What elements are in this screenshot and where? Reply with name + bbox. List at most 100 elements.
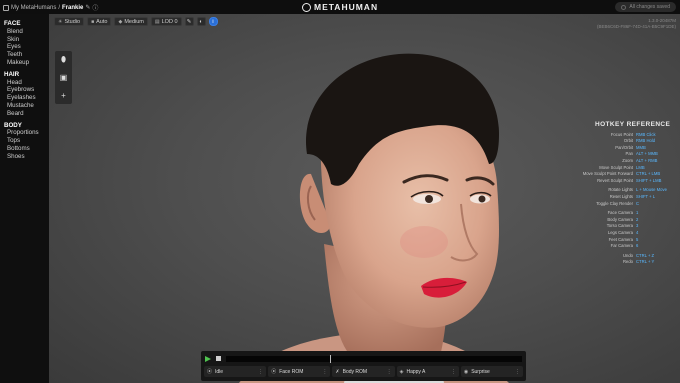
more-icon[interactable]: ⋮	[451, 369, 456, 375]
hotkey-row: Rotate Lights L + Mouse Move	[569, 187, 679, 194]
hotkey-action: Zoom	[622, 157, 633, 163]
breadcrumb: My MetaHumans / Frankie ✎ ⓘ	[3, 3, 98, 12]
hotkey-binding: 1	[636, 210, 639, 216]
add-icon[interactable]: +	[61, 91, 66, 100]
quality-label: Medium	[124, 18, 144, 25]
body-icon: ✗	[335, 368, 340, 375]
sidebar-item-skin[interactable]: Skin	[4, 36, 49, 44]
sidebar-item-bottoms[interactable]: Bottoms	[4, 145, 49, 153]
animation-label: Idle	[215, 368, 224, 375]
emote-icon: ◉	[463, 368, 469, 375]
animation-item-happy-a[interactable]: ◈ Happy A ⋮	[396, 366, 459, 377]
hotkey-action: Orbit	[623, 138, 633, 144]
save-status-icon	[621, 4, 627, 10]
hotkey-row: Move Sculpt Point Forward CTRL + LMB	[569, 171, 679, 178]
sidebar-item-eyelashes[interactable]: Eyelashes	[4, 94, 49, 102]
lod-dropdown[interactable]: ▤ LOD 0	[150, 17, 182, 26]
sidebar-item-head[interactable]: Head	[4, 79, 49, 87]
sidebar-item-teeth[interactable]: Teeth	[4, 51, 49, 59]
camera-dropdown[interactable]: ■ Auto	[87, 17, 112, 26]
idle-pose-icon: ⦿	[207, 369, 213, 375]
sidebar-item-mustache[interactable]: Mustache	[4, 102, 49, 110]
breadcrumb-root[interactable]: My MetaHumans	[11, 5, 56, 11]
more-icon[interactable]: ⋮	[515, 369, 520, 375]
info-toggle-button[interactable]: i	[208, 17, 218, 26]
sidebar-section-body: BODY	[4, 121, 22, 129]
viewport[interactable]: ☀ Studio ■ Auto ◆ Medium ▤ LOD 0 ✎ ◐ i 1…	[49, 14, 680, 383]
camera-icon: ■	[91, 18, 95, 25]
sidebar-item-makeup[interactable]: Makeup	[4, 59, 49, 67]
play-icon[interactable]	[205, 355, 211, 362]
stop-icon[interactable]	[216, 356, 221, 361]
lighting-dropdown[interactable]: ☀ Studio	[54, 17, 85, 26]
sidebar-item-blend[interactable]: Blend	[4, 28, 49, 36]
hotkey-row: Revert Sculpt Point SHIFT + LMB	[569, 178, 679, 185]
hotkey-binding: RMB Click	[636, 131, 656, 137]
clay-icon[interactable]: ◐	[196, 17, 206, 26]
hotkey-reference: HOTKEY REFERENCE Focus Point RMB Click Orb…	[569, 121, 679, 266]
animation-item-face-rom[interactable]: ⦿ Face ROM ⋮	[268, 366, 331, 377]
logo-text: METAHUMAN	[314, 2, 379, 12]
hotkey-action: Move Sculpt Point	[599, 164, 633, 170]
top-bar: My MetaHumans / Frankie ✎ ⓘ METAHUMAN Al…	[0, 0, 680, 14]
timeline-track[interactable]	[226, 354, 522, 363]
hotkey-action: Undo	[622, 252, 633, 258]
hotkey-action: Pan/Orbit	[615, 144, 633, 150]
animation-item-idle[interactable]: ⦿ Idle ⋮	[204, 366, 267, 377]
hotkey-row: Feet Camera 5	[569, 237, 679, 244]
breadcrumb-current: Frankie	[62, 4, 84, 11]
hotkey-binding: ALT + RMB	[636, 157, 658, 163]
more-icon[interactable]: ⋮	[258, 369, 263, 375]
sidebar-item-beard[interactable]: Beard	[4, 110, 49, 118]
help-icon[interactable]: ⓘ	[92, 3, 98, 12]
hotkey-binding: 5	[636, 236, 639, 242]
camera-label: Auto	[96, 18, 108, 25]
metahuman-logo: METAHUMAN	[302, 2, 378, 12]
metahuman-logo-icon	[302, 2, 311, 12]
hotkey-action: Pan	[625, 151, 633, 157]
animation-timeline: ⦿ Idle ⋮ ⦿ Face ROM ⋮ ✗ Body ROM ⋮ ◈ Hap…	[201, 351, 526, 381]
sidebar-item-eyes[interactable]: Eyes	[4, 43, 49, 51]
hotkey-action: Toggle Clay Render	[596, 200, 633, 206]
hotkey-action: Feet Camera	[608, 236, 633, 242]
hotkey-action: Body Camera	[607, 216, 633, 222]
more-icon[interactable]: ⋮	[387, 369, 392, 375]
hotkey-row: Face Camera 1	[569, 210, 679, 217]
hotkey-binding: C	[636, 200, 640, 206]
hotkey-action: Revert Sculpt Point	[597, 177, 633, 183]
pencil-icon[interactable]: ✎	[85, 4, 90, 11]
sidebar-item-tops[interactable]: Tops	[4, 137, 49, 145]
hotkey-binding: 3	[636, 223, 639, 229]
move-tool-icon[interactable]: ⬮	[61, 55, 66, 65]
home-icon[interactable]	[3, 4, 9, 11]
quality-dropdown[interactable]: ◆ Medium	[114, 17, 148, 26]
info-toggle-label: i	[212, 18, 214, 25]
breadcrumb-separator: /	[58, 4, 61, 11]
hotkey-binding: CTRL + LMB	[636, 171, 661, 177]
animation-item-body-rom[interactable]: ✗ Body ROM ⋮	[332, 366, 395, 377]
hotkey-row: Far Camera 6	[569, 243, 679, 250]
sun-icon: ☀	[58, 18, 63, 25]
hotkey-action: Focus Point	[610, 131, 633, 137]
playback-bar	[205, 354, 522, 363]
sidebar-item-shoes[interactable]: Shoes	[4, 153, 49, 161]
hotkey-row: Pan ALT + MMB	[569, 151, 679, 158]
more-icon[interactable]: ⋮	[322, 369, 327, 375]
hotkey-row: Redo CTRL + Y	[569, 259, 679, 266]
hotkey-row: Reset Lights SHIFT + L	[569, 194, 679, 201]
brush-icon[interactable]: ✎	[184, 17, 194, 26]
save-status: All changes saved	[615, 2, 676, 12]
hotkey-binding: CTRL + Z	[636, 252, 655, 258]
sidebar-item-proportions[interactable]: Proportions	[4, 129, 49, 137]
sculpt-tool-icon[interactable]: ▣	[60, 73, 68, 82]
sidebar-item-eyebrows[interactable]: Eyebrows	[4, 86, 49, 94]
sidebar-section-hair: HAIR	[4, 70, 20, 78]
hotkey-row: Legs Camera 4	[569, 230, 679, 237]
animation-item-surprise[interactable]: ◉ Surprise ⋮	[460, 366, 524, 377]
hotkey-action: Reset Lights	[609, 193, 633, 199]
viewport-toolbar: ☀ Studio ■ Auto ◆ Medium ▤ LOD 0 ✎ ◐ i	[54, 17, 218, 26]
hotkey-action: Move Sculpt Point Forward	[582, 171, 633, 177]
playhead[interactable]	[329, 354, 331, 363]
hotkey-row: Move Sculpt Point LMB	[569, 165, 679, 172]
hotkey-title: HOTKEY REFERENCE	[595, 121, 671, 128]
